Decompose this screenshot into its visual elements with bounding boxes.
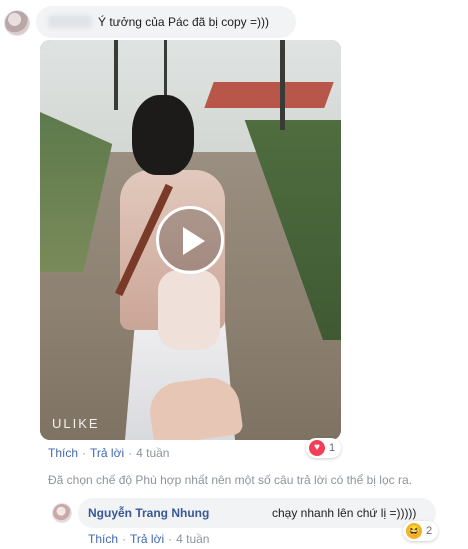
comment-timestamp[interactable]: 4 tuần: [136, 446, 169, 460]
reply-reaction-summary[interactable]: 😆 2: [403, 521, 439, 541]
like-link[interactable]: Thích: [48, 446, 78, 460]
heart-icon: ♥: [309, 440, 325, 456]
reply-bubble: Nguyễn Trang Nhung chạy nhanh lên chứ lị…: [78, 498, 436, 528]
comment-actions: Thích · Trả lời · 4 tuần: [48, 446, 169, 460]
reply-avatar[interactable]: [52, 503, 72, 523]
video-frame-pole: [164, 40, 167, 95]
play-icon: [183, 227, 205, 255]
separator: ·: [128, 446, 133, 460]
reply-link[interactable]: Trả lời: [90, 446, 124, 460]
video-frame-figure-sleeve: [158, 270, 220, 350]
video-watermark: ULIKE: [52, 416, 100, 431]
reply-like-link[interactable]: Thích: [88, 532, 118, 546]
blurred-author-name: [48, 15, 92, 28]
comment-text: Ý tưởng của Pác đã bị copy =))): [98, 15, 269, 29]
play-button[interactable]: [156, 206, 224, 274]
video-frame-pole: [280, 40, 285, 130]
separator: ·: [82, 446, 87, 460]
video-frame-pole: [114, 40, 118, 110]
video-frame-roof: [204, 82, 334, 108]
separator: ·: [168, 532, 173, 546]
filter-notice: Đã chọn chế độ Phù hợp nhất nên một số c…: [48, 473, 412, 487]
reply-reaction-count: 2: [426, 525, 433, 537]
haha-icon: 😆: [406, 523, 422, 539]
reply-actions: Thích · Trả lời · 4 tuần: [88, 532, 209, 546]
reply-timestamp[interactable]: 4 tuần: [176, 532, 209, 546]
video-frame-figure-hair: [132, 95, 194, 175]
reply-reply-link[interactable]: Trả lời: [130, 532, 164, 546]
reaction-count: 1: [329, 442, 336, 454]
video-attachment[interactable]: ULIKE: [40, 40, 341, 440]
reply-author-link[interactable]: Nguyễn Trang Nhung: [88, 506, 209, 520]
commenter-avatar[interactable]: [4, 10, 30, 36]
comment-bubble: Ý tưởng của Pác đã bị copy =))): [36, 6, 296, 38]
reply-text: chạy nhanh lên chứ lị =))))): [272, 506, 417, 520]
reaction-summary[interactable]: ♥ 1: [306, 438, 342, 458]
separator: ·: [122, 532, 127, 546]
